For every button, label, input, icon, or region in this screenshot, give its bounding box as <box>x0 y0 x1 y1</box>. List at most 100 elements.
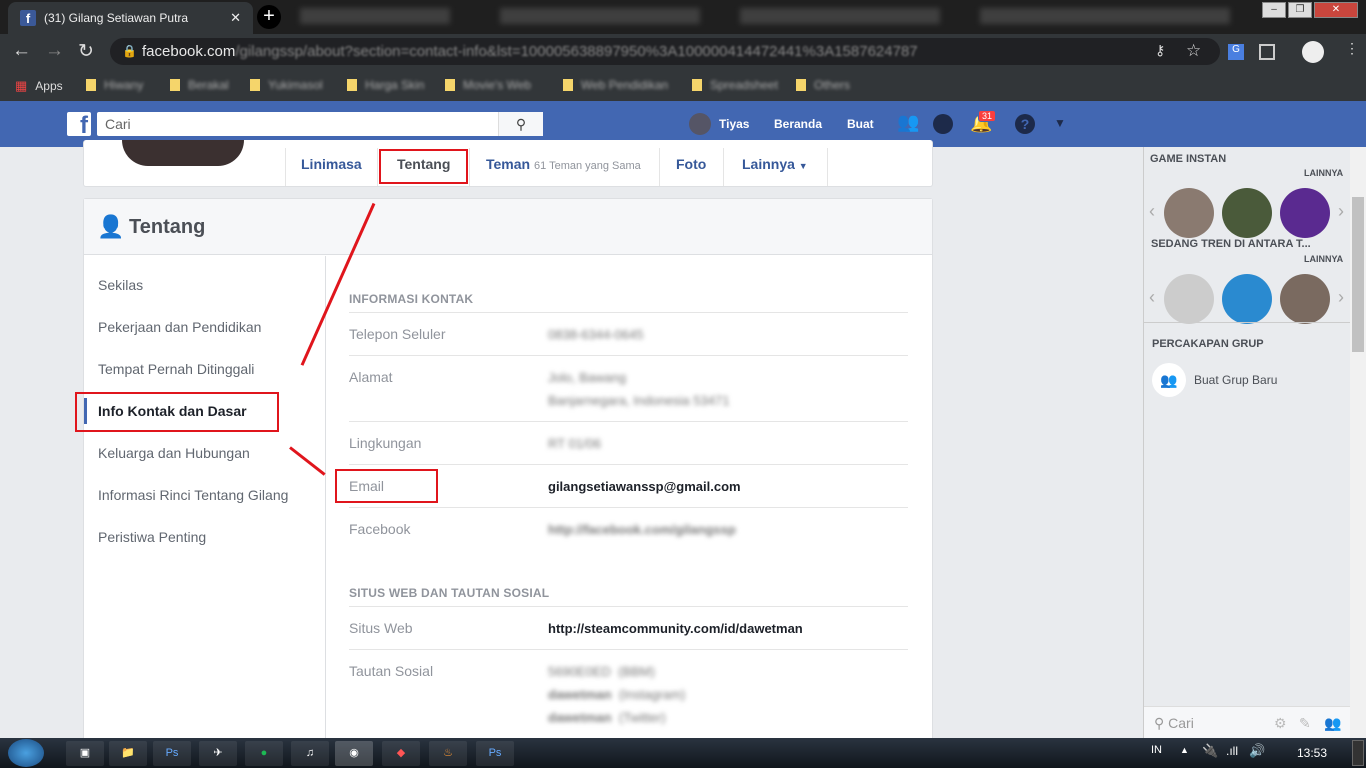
about-menu-life-events[interactable]: Peristiwa Penting <box>98 529 206 545</box>
about-menu-family[interactable]: Keluarga dan Hubungan <box>98 445 250 461</box>
browser-tab[interactable] <box>740 8 940 24</box>
bookmark-folder[interactable]: Berakal <box>170 78 229 92</box>
close-tab-icon[interactable]: ✕ <box>230 10 241 26</box>
more-games-link[interactable]: LAINNYA <box>1304 168 1343 178</box>
game-avatar[interactable] <box>1222 274 1272 324</box>
game-avatar[interactable] <box>1222 188 1272 238</box>
about-menu-overview[interactable]: Sekilas <box>98 277 143 293</box>
group-icon[interactable]: 👥 <box>1324 707 1341 739</box>
tab-friends[interactable]: Teman 61 Teman yang Sama <box>486 148 641 186</box>
language-indicator[interactable]: IN <box>1151 744 1162 756</box>
url-input[interactable]: 🔒 facebook.com/gilangssp/about?section=co… <box>110 38 1220 65</box>
address-line: Jolo, Bawang <box>548 370 627 385</box>
chevron-right-icon[interactable]: › <box>1338 201 1344 222</box>
profile-avatar[interactable] <box>1302 41 1324 63</box>
taskbar-app[interactable]: ▣ <box>66 741 104 766</box>
about-menu-places[interactable]: Tempat Pernah Ditinggali <box>98 361 254 377</box>
bookmark-folder[interactable]: Harga Skin <box>347 78 424 92</box>
profile-picture[interactable] <box>118 140 248 170</box>
close-window-button[interactable]: ✕ <box>1314 2 1358 18</box>
start-button[interactable] <box>8 739 44 767</box>
back-icon[interactable]: ← <box>12 40 31 62</box>
show-desktop-button[interactable] <box>1352 740 1364 766</box>
taskbar-chrome[interactable]: ◉ <box>335 741 373 766</box>
tab-timeline[interactable]: Linimasa <box>301 148 362 186</box>
browser-tab[interactable] <box>980 8 1230 24</box>
bookmark-folder[interactable]: Movie's Web <box>445 78 531 92</box>
about-menu-details[interactable]: Informasi Rinci Tentang Gilang <box>98 487 288 503</box>
game-avatar[interactable] <box>1164 274 1214 324</box>
chat-search-input[interactable]: ⚲ Cari ⚙ ✎ 👥 <box>1144 706 1350 738</box>
field-label: Alamat <box>349 369 393 385</box>
tab-more-label: Lainnya <box>742 156 795 172</box>
minimize-button[interactable]: – <box>1262 2 1286 18</box>
taskbar-app[interactable]: ♨ <box>429 741 467 766</box>
messenger-icon[interactable] <box>933 114 953 134</box>
browser-tab[interactable] <box>300 8 450 24</box>
search-input[interactable]: Cari ⚲ <box>97 112 543 136</box>
social-link[interactable]: dawetman (Twitter) <box>548 710 666 725</box>
clock[interactable]: 13:53 <box>1297 746 1327 760</box>
social-link[interactable]: dawetman (Instagram) <box>548 687 685 702</box>
bookmark-star-icon[interactable]: ☆ <box>1186 41 1201 61</box>
folder-icon <box>563 79 573 91</box>
friend-requests-icon[interactable]: 👥 <box>897 112 919 133</box>
reload-icon[interactable]: ↻ <box>78 40 94 63</box>
tab-more[interactable]: Lainnya ▼ <box>742 148 808 186</box>
compose-icon[interactable]: ✎ <box>1299 707 1311 739</box>
website-link[interactable]: http://steamcommunity.com/id/dawetman <box>548 621 803 636</box>
chevron-right-icon[interactable]: › <box>1338 287 1344 308</box>
more-trending-link[interactable]: LAINNYA <box>1304 254 1343 264</box>
folder-icon <box>445 79 455 91</box>
about-menu-work-education[interactable]: Pekerjaan dan Pendidikan <box>98 319 261 335</box>
bookmark-folder[interactable]: Yukimasol <box>250 78 323 92</box>
game-avatar[interactable] <box>1164 188 1214 238</box>
bookmark-folder[interactable]: Hiwany <box>86 78 143 92</box>
key-icon[interactable]: ⚷ <box>1155 42 1165 59</box>
facebook-logo[interactable]: f <box>67 112 91 139</box>
volume-icon[interactable]: 🔊 <box>1249 743 1265 759</box>
menu-icon[interactable]: ⋮ <box>1345 40 1359 57</box>
search-icon[interactable]: ⚲ <box>498 112 543 136</box>
taskbar-photoshop[interactable]: Ps <box>476 741 514 766</box>
bookmark-apps[interactable]: ▦ Apps <box>15 78 63 94</box>
social-link[interactable]: 5690E0ED (BBM) <box>548 664 655 679</box>
create-group-button[interactable]: Buat Grup Baru <box>1194 373 1277 387</box>
help-icon[interactable]: ? <box>1015 114 1035 134</box>
tab-photos[interactable]: Foto <box>676 148 706 186</box>
tray-expand-icon[interactable]: ▲ <box>1180 745 1189 755</box>
create-link[interactable]: Buat <box>847 117 874 131</box>
signal-icon[interactable]: .ıll <box>1226 744 1238 758</box>
bookmark-folder[interactable]: Spreadsheet <box>692 78 778 92</box>
chevron-left-icon[interactable]: ‹ <box>1149 287 1155 308</box>
new-tab-button[interactable]: + <box>257 5 281 29</box>
bookmark-label: Berakal <box>188 78 229 92</box>
profile-link[interactable]: Tiyas <box>719 117 749 131</box>
power-icon[interactable]: 🔌 <box>1202 743 1218 759</box>
chevron-left-icon[interactable]: ‹ <box>1149 201 1155 222</box>
maximize-button[interactable]: ❐ <box>1288 2 1312 18</box>
gear-icon[interactable]: ⚙ <box>1274 707 1287 739</box>
game-avatar[interactable] <box>1280 188 1330 238</box>
bookmark-folder[interactable]: Web Pendidikan <box>563 78 668 92</box>
chat-search-placeholder: Cari <box>1168 715 1194 731</box>
browser-tab[interactable] <box>500 8 700 24</box>
home-link[interactable]: Beranda <box>774 117 822 131</box>
taskbar-itunes[interactable]: ♫ <box>291 741 329 766</box>
bookmark-folder[interactable]: Others <box>796 78 850 92</box>
browser-tab-active[interactable]: f (31) Gilang Setiawan Putra ✕ <box>8 2 253 34</box>
taskbar-telegram[interactable]: ✈ <box>199 741 237 766</box>
translate-icon[interactable]: G <box>1228 44 1244 60</box>
annotation-box <box>75 392 279 432</box>
taskbar-spotify[interactable]: ● <box>245 741 283 766</box>
avatar[interactable] <box>689 113 711 135</box>
group-add-icon[interactable]: 👥 <box>1152 363 1186 397</box>
taskbar-explorer[interactable]: 📁 <box>109 741 147 766</box>
reader-icon[interactable] <box>1259 44 1275 60</box>
forward-icon[interactable]: → <box>45 40 64 62</box>
account-menu-chevron-down-icon[interactable]: ▼ <box>1054 116 1066 130</box>
taskbar-app[interactable]: ◆ <box>382 741 420 766</box>
taskbar-photoshop[interactable]: Ps <box>153 741 191 766</box>
game-avatar[interactable] <box>1280 274 1330 324</box>
scrollbar-thumb[interactable] <box>1352 197 1364 352</box>
